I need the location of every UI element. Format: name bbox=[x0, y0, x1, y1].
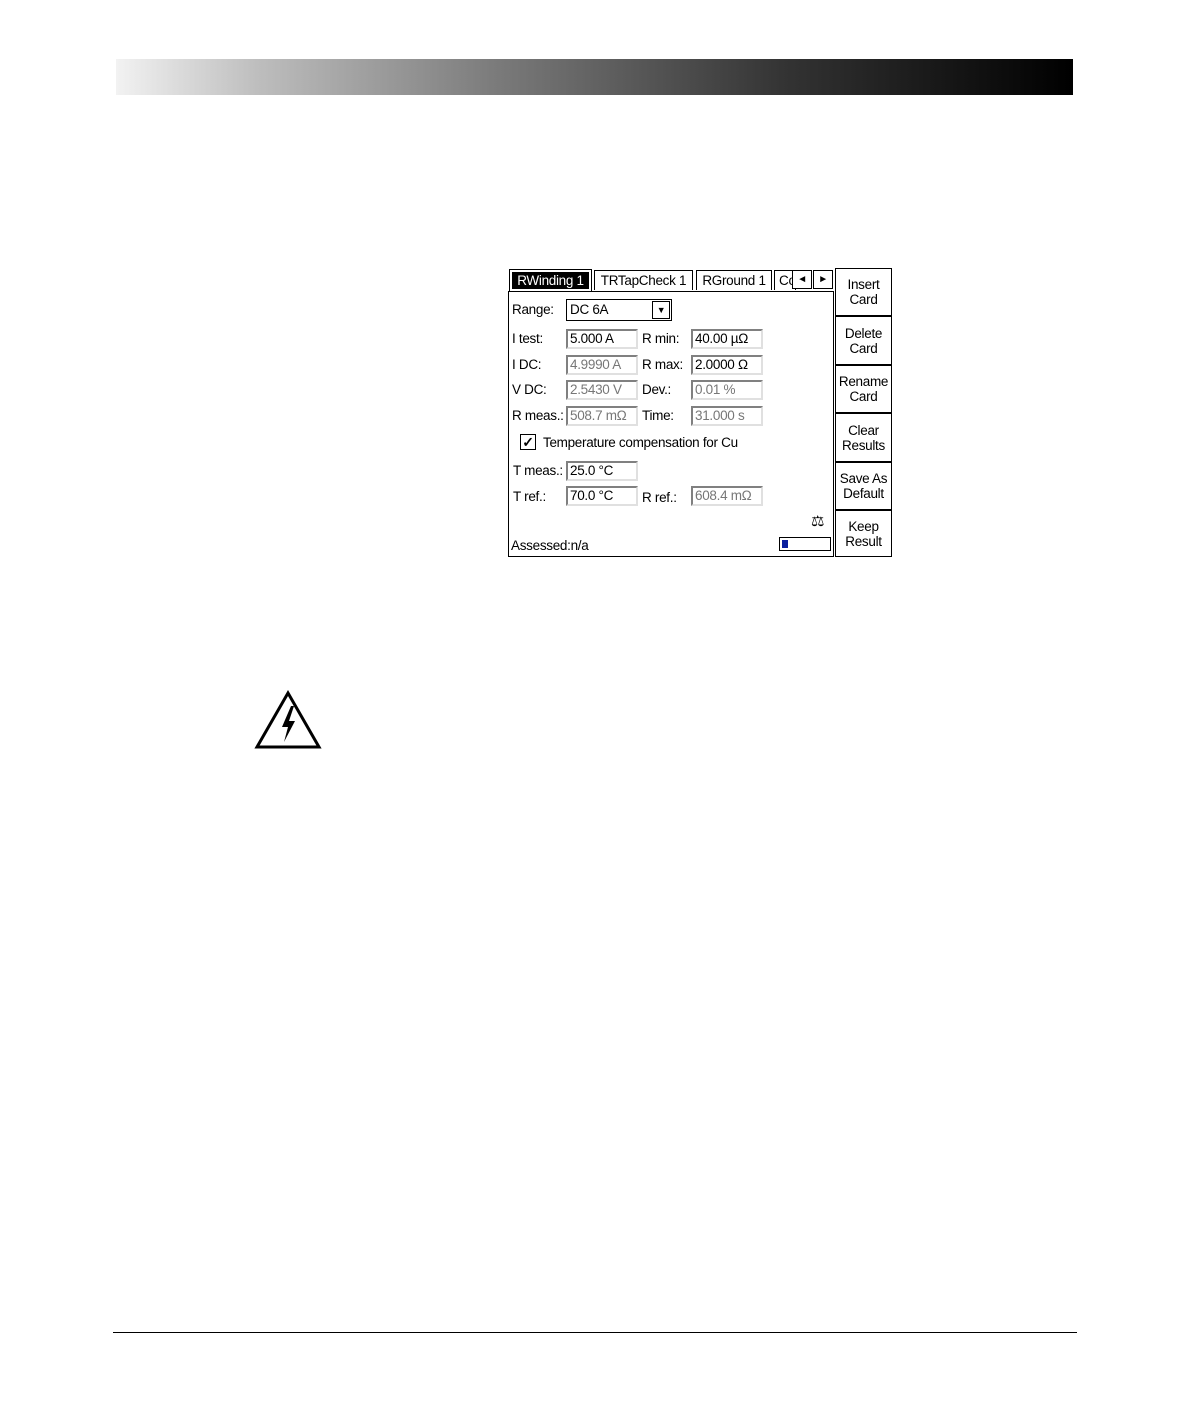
time-label: Time: bbox=[642, 408, 674, 423]
clear-results-button[interactable]: Clear Results bbox=[835, 413, 892, 462]
tab-scroll-arrows: ◄ ► bbox=[792, 270, 834, 290]
i-test-label: I test: bbox=[512, 331, 543, 346]
tab-strip: RWinding 1 TRTapCheck 1 RGround 1 Co ◄ ► bbox=[508, 268, 834, 292]
tab-label: TRTapCheck 1 bbox=[600, 273, 687, 288]
i-test-input[interactable]: 5.000 A bbox=[566, 329, 638, 349]
range-dropdown[interactable]: DC 6A ▼ bbox=[566, 299, 672, 321]
save-as-default-button[interactable]: Save As Default bbox=[835, 462, 892, 510]
dev-value: 0.01 % bbox=[691, 380, 763, 400]
dev-label: Dev.: bbox=[642, 382, 672, 397]
tab-rground-1[interactable]: RGround 1 bbox=[696, 270, 772, 290]
range-label: Range: bbox=[512, 302, 554, 317]
scale-icon: ⚖ bbox=[811, 513, 825, 530]
range-value: DC 6A bbox=[570, 302, 609, 317]
r-ref-value: 608.4 mΩ bbox=[691, 486, 763, 506]
v-dc-label: V DC: bbox=[512, 382, 547, 397]
r-min-input[interactable]: 40.00 µΩ bbox=[691, 329, 763, 349]
i-dc-value: 4.9990 A bbox=[566, 355, 638, 375]
i-dc-label: I DC: bbox=[512, 357, 542, 372]
temp-compensation-checkbox[interactable]: ✓ bbox=[520, 434, 536, 450]
t-meas-input[interactable]: 25.0 °C bbox=[566, 461, 638, 481]
t-meas-label: T meas.: bbox=[513, 463, 563, 478]
tab-trtapcheck-1[interactable]: TRTapCheck 1 bbox=[594, 270, 693, 290]
r-max-input[interactable]: 2.0000 Ω bbox=[691, 355, 763, 375]
high-voltage-warning-icon bbox=[254, 689, 322, 750]
tab-label: RWinding 1 bbox=[512, 272, 589, 289]
device-screen: RWinding 1 TRTapCheck 1 RGround 1 Co ◄ ►… bbox=[508, 268, 892, 557]
insert-card-button[interactable]: Insert Card bbox=[835, 268, 892, 316]
v-dc-value: 2.5430 V bbox=[566, 380, 638, 400]
progress-bar bbox=[779, 537, 831, 551]
tab-label: RGround 1 bbox=[702, 273, 766, 288]
r-min-label: R min: bbox=[642, 331, 680, 346]
card-panel: Range: DC 6A ▼ I test: 5.000 A R min: 40… bbox=[508, 291, 834, 557]
chevron-down-icon[interactable]: ▼ bbox=[652, 301, 670, 319]
header-gradient-bar bbox=[116, 59, 1073, 95]
footer-rule bbox=[113, 1332, 1077, 1333]
r-meas-value: 508.7 mΩ bbox=[566, 406, 638, 426]
time-value: 31.000 s bbox=[691, 406, 763, 426]
keep-result-button[interactable]: Keep Result bbox=[835, 510, 892, 557]
temp-compensation-label: Temperature compensation for Cu bbox=[543, 435, 738, 450]
r-meas-label: R meas.: bbox=[512, 408, 564, 423]
progress-fill bbox=[782, 540, 788, 548]
softkey-column: Insert Card Delete Card Rename Card Clea… bbox=[835, 268, 892, 557]
t-ref-label: T ref.: bbox=[513, 489, 546, 504]
tab-rwinding-1[interactable]: RWinding 1 bbox=[509, 269, 592, 291]
assessed-status: Assessed:n/a bbox=[511, 538, 589, 553]
r-max-label: R max: bbox=[642, 357, 683, 372]
delete-card-button[interactable]: Delete Card bbox=[835, 316, 892, 365]
r-ref-label: R ref.: bbox=[642, 490, 677, 505]
tab-scroll-left-icon[interactable]: ◄ bbox=[792, 270, 812, 289]
rename-card-button[interactable]: Rename Card bbox=[835, 365, 892, 413]
t-ref-input[interactable]: 70.0 °C bbox=[566, 486, 638, 506]
tab-scroll-right-icon[interactable]: ► bbox=[813, 270, 833, 289]
